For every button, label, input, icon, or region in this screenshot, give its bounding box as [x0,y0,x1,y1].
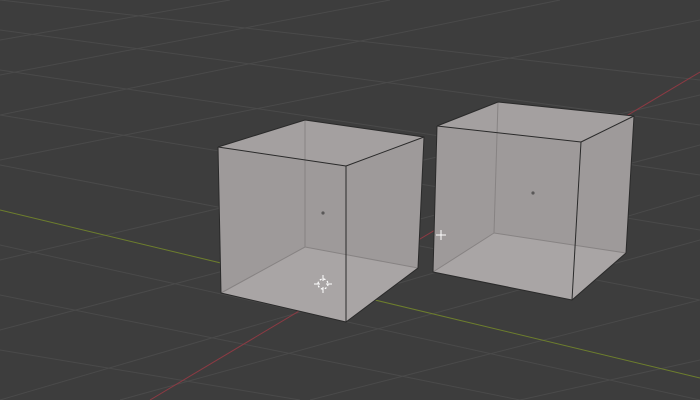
cube-2-object[interactable] [432,101,635,301]
cube-1-origin-dot [321,211,325,215]
3d-viewport[interactable] [0,0,700,400]
cube-2-origin-dot [531,191,535,195]
viewport-canvas[interactable] [0,0,700,400]
